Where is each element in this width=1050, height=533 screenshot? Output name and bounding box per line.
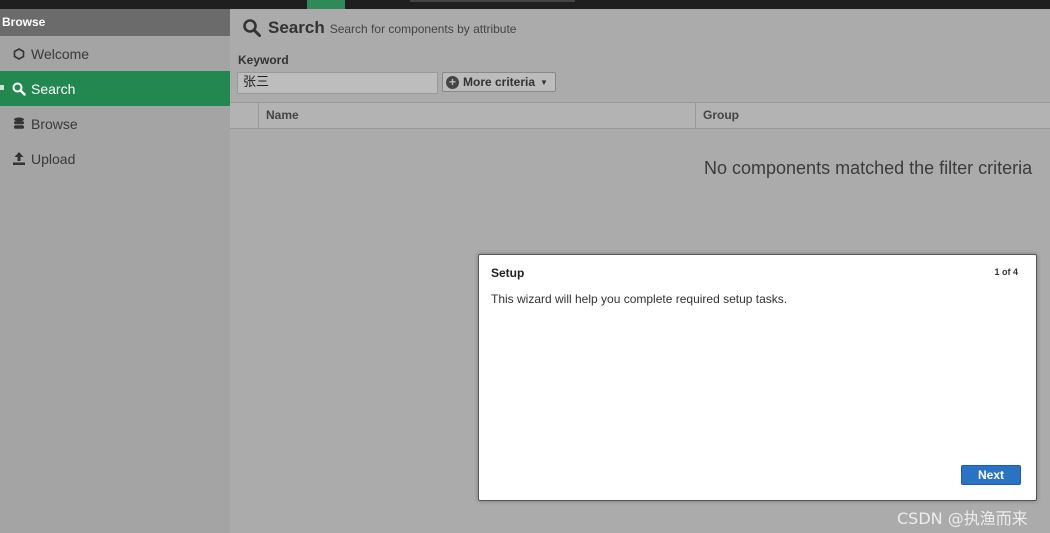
- sidebar-item-label: Browse: [31, 115, 78, 132]
- sidebar: Browse Welcome Search Browse Upload: [0, 9, 230, 533]
- column-header-group[interactable]: Group: [695, 103, 1050, 128]
- top-tab-slot: [410, 0, 575, 2]
- more-criteria-button[interactable]: + More criteria ▼: [442, 72, 556, 92]
- search-icon: [242, 18, 262, 38]
- database-icon: [10, 115, 28, 133]
- hexagon-icon: [10, 45, 28, 63]
- column-header-name[interactable]: Name: [258, 103, 695, 128]
- page-title: Search: [268, 18, 325, 37]
- sidebar-item-label: Search: [31, 80, 76, 97]
- watermark: CSDN @执渔而来: [897, 509, 1028, 528]
- keyword-label: Keyword: [238, 53, 289, 67]
- sidebar-item-upload[interactable]: Upload: [0, 141, 230, 176]
- step-counter: 1 of 4: [994, 267, 1018, 277]
- more-criteria-label: More criteria: [463, 75, 536, 89]
- next-button[interactable]: Next: [961, 465, 1021, 485]
- sidebar-item-label: Upload: [31, 150, 76, 167]
- caret-down-icon: ▼: [540, 77, 548, 87]
- plus-circle-icon: +: [446, 75, 459, 89]
- dialog-body-text: This wizard will help you complete requi…: [491, 292, 788, 306]
- top-bar: [0, 0, 1050, 9]
- page-header: Search Search for components by attribut…: [242, 18, 516, 38]
- sidebar-item-browse[interactable]: Browse: [0, 106, 230, 141]
- upload-icon: [10, 150, 28, 168]
- empty-results-message: No components matched the filter criteri…: [704, 158, 1033, 178]
- sidebar-header: Browse: [0, 9, 230, 36]
- sidebar-item-search[interactable]: Search: [0, 71, 230, 106]
- dialog-title: Setup: [491, 266, 525, 280]
- sidebar-item-label: Welcome: [31, 45, 90, 62]
- keyword-input[interactable]: 张三: [237, 72, 438, 94]
- search-icon: [10, 80, 28, 98]
- results-table-header: Name Group: [230, 102, 1050, 129]
- active-tab-indicator: [307, 0, 345, 9]
- setup-wizard-dialog: Setup 1 of 4 This wizard will help you c…: [478, 254, 1037, 501]
- page-subtitle: Search for components by attribute: [329, 22, 517, 36]
- sidebar-item-welcome[interactable]: Welcome: [0, 36, 230, 71]
